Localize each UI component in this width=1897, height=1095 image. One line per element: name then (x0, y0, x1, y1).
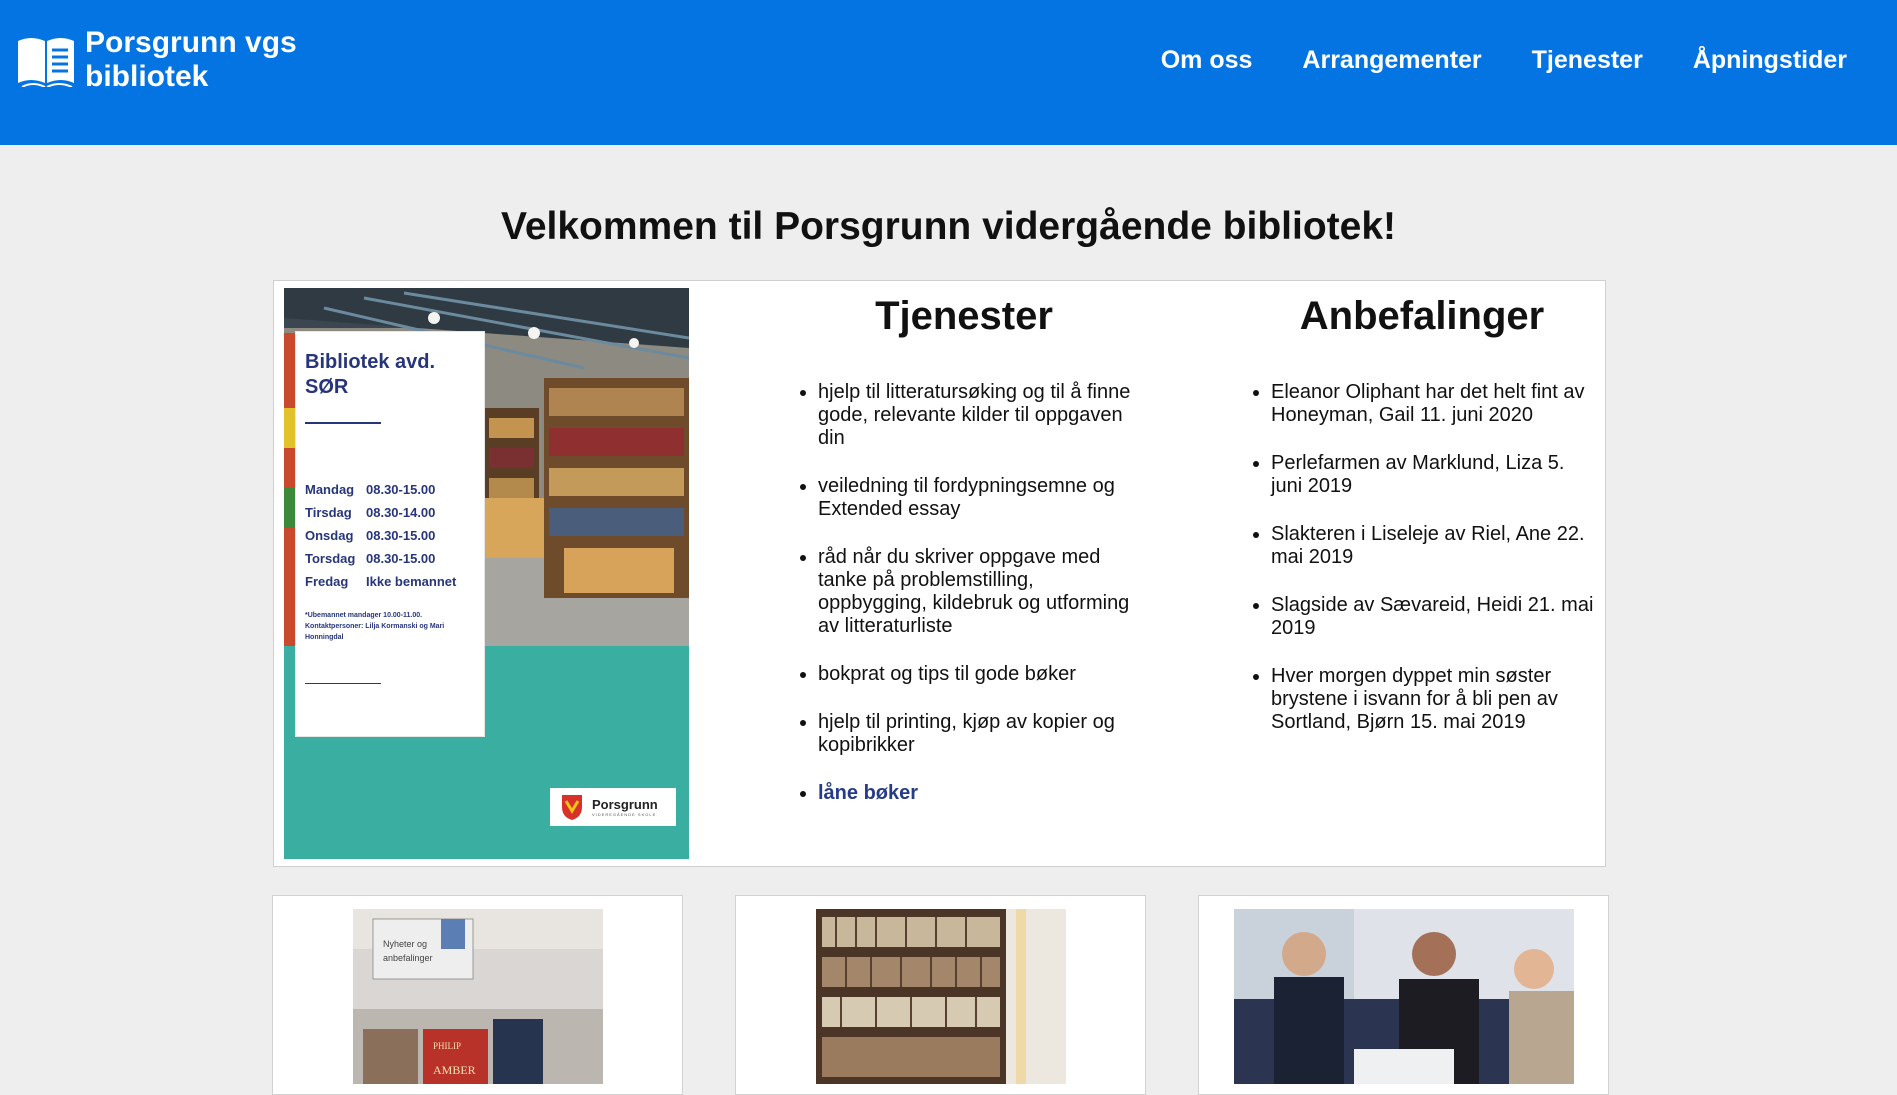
lane-boker-link[interactable]: låne bøker (818, 782, 918, 804)
hours-time: 08.30-15.00 (366, 551, 436, 566)
hours-row: Fredag Ikke bemannet (305, 570, 475, 593)
list-item: Hver morgen dyppet min søster brystene i… (1271, 665, 1597, 734)
list-item: bokprat og tips til gode bøker (818, 663, 1134, 686)
list-item: Eleanor Oliphant har det helt fint av Ho… (1271, 381, 1597, 427)
poster-note: *Ubemannet mandager 10.00-11.00. Kontakt… (305, 612, 445, 641)
list-item: Slagside av Sævareid, Heidi 21. mai 2019 (1271, 594, 1597, 640)
hours-day: Onsdag (305, 528, 354, 543)
tile-nyheter[interactable]: Nyheter og anbefalinger PHILIP AMBER (272, 895, 683, 1095)
hours-time: 08.30-14.00 (366, 505, 436, 520)
hours-day: Mandag (305, 482, 355, 497)
porsgrunn-logo: Porsgrunn VIDEREGÅENDE SKOLE (550, 788, 676, 826)
hours-row: Mandag 08.30-15.00 (305, 478, 475, 501)
students-studying-photo (1234, 909, 1574, 1084)
list-item: råd når du skriver oppgave med tanke på … (818, 546, 1134, 638)
hours-day: Tirsdag (305, 505, 352, 520)
list-item: hjelp til printing, kjøp av kopier og ko… (818, 711, 1134, 757)
open-book-icon (18, 38, 74, 87)
hours-row: Onsdag 08.30-15.00 (305, 524, 475, 547)
brand-line-1: Porsgrunn vgs (85, 26, 297, 59)
hours-time: Ikke bemannet (366, 574, 457, 589)
coat-of-arms-icon (562, 795, 582, 820)
svg-text:PHILIP: PHILIP (433, 1041, 461, 1051)
opening-hours: Mandag 08.30-15.00 Tirsdag 08.30-14.00 Ons… (305, 478, 475, 593)
list-item: veiledning til fordypningsemne og Extend… (818, 475, 1134, 521)
poster-divider (305, 422, 381, 424)
bookshelves-photo (816, 909, 1066, 1084)
tjenester-section: Tjenester hjelp til litteratursøking og … (794, 294, 1134, 830)
hours-day: Torsdag (305, 551, 356, 566)
svg-text:Nyheter og: Nyheter og (383, 939, 427, 949)
poster-divider-bottom (305, 683, 381, 684)
brand-line-2: bibliotek (85, 60, 209, 93)
list-item: Perlefarmen av Marklund, Liza 5. juni 20… (1271, 452, 1597, 498)
nav-apningstider[interactable]: Åpningstider (1693, 43, 1847, 77)
svg-text:AMBER: AMBER (433, 1063, 476, 1077)
anbefalinger-list: Eleanor Oliphant har det helt fint av Ho… (1247, 381, 1597, 734)
opening-hours-poster: Bibliotek avd. SØR Mandag 08.30-15.00 Tir… (284, 288, 689, 859)
poster-title-line-2: SØR (305, 376, 349, 398)
nav-arrangementer[interactable]: Arrangementer (1302, 43, 1481, 77)
top-navbar: Porsgrunn vgs bibliotek Om oss Arrangeme… (0, 0, 1897, 145)
page-title: Velkommen til Porsgrunn vidergående bibl… (500, 205, 1397, 248)
tjenester-list: hjelp til litteratursøking og til å finn… (794, 381, 1134, 805)
hours-row: Tirsdag 08.30-14.00 (305, 501, 475, 524)
brand-name: Porsgrunn vgs bibliotek (85, 26, 297, 94)
poster-title: Bibliotek avd. SØR (305, 350, 475, 400)
tjenester-heading: Tjenester (875, 294, 1053, 338)
hours-time: 08.30-15.00 (366, 482, 436, 497)
hours-row: Torsdag 08.30-15.00 (305, 547, 475, 570)
logo-sub: VIDEREGÅENDE SKOLE (592, 811, 657, 817)
new-books-display-photo: Nyheter og anbefalinger PHILIP AMBER (353, 909, 603, 1084)
list-item: hjelp til litteratursøking og til å finn… (818, 381, 1134, 450)
hours-time: 08.30-15.00 (366, 528, 436, 543)
anbefalinger-section: Anbefalinger Eleanor Oliphant har det he… (1247, 294, 1597, 759)
nav-om-oss[interactable]: Om oss (1161, 43, 1253, 77)
list-item: låne bøker (818, 782, 1134, 805)
tile-bokhyller[interactable] (735, 895, 1146, 1095)
tile-studenter[interactable] (1198, 895, 1609, 1095)
main-nav: Om oss Arrangementer Tjenester Åpningsti… (1111, 43, 1847, 77)
logo-name: Porsgrunn (592, 796, 658, 812)
poster-info-box: Bibliotek avd. SØR Mandag 08.30-15.00 Tir… (296, 332, 484, 736)
list-item: Slakteren i Liseleje av Riel, Ane 22. ma… (1271, 523, 1597, 569)
main-card: Bibliotek avd. SØR Mandag 08.30-15.00 Tir… (273, 280, 1606, 867)
brand-link[interactable]: Porsgrunn vgs bibliotek (16, 26, 297, 94)
hours-day: Fredag (305, 574, 349, 589)
anbefalinger-heading: Anbefalinger (1299, 294, 1545, 338)
poster-title-line-1: Bibliotek avd. (305, 351, 436, 373)
nav-tjenester[interactable]: Tjenester (1532, 43, 1643, 77)
svg-text:anbefalinger: anbefalinger (383, 953, 433, 963)
